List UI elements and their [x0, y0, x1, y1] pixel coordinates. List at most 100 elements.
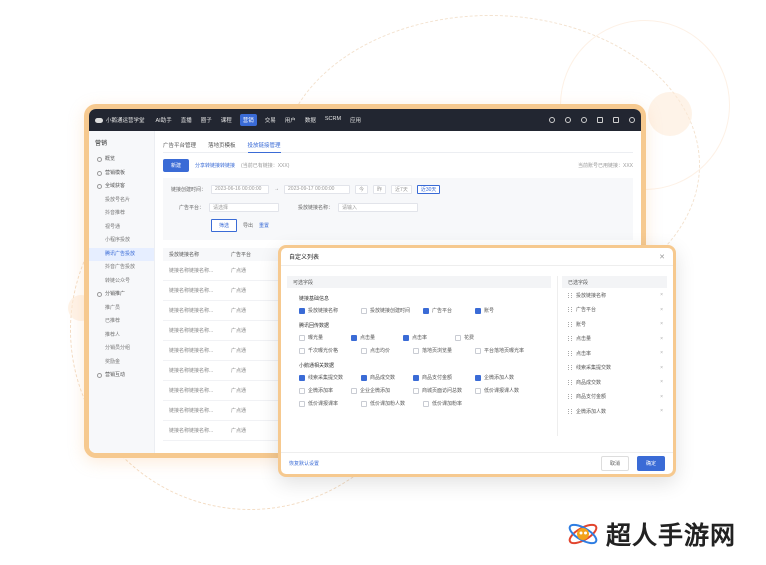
remove-icon[interactable]: × — [660, 321, 663, 327]
sidebar-item[interactable]: 腾讯广告投放 — [89, 247, 154, 261]
quick-30days[interactable]: 近30天 — [416, 184, 441, 194]
field-checkbox[interactable]: 点击均价 — [361, 346, 413, 355]
checkbox-icon[interactable] — [361, 400, 367, 407]
tab[interactable]: 投放链接管理 — [247, 141, 281, 153]
checkbox-checked-icon[interactable] — [475, 307, 481, 314]
field-checkbox[interactable]: 平台落地页曝光率 — [475, 346, 537, 355]
calendar-icon[interactable] — [597, 117, 603, 123]
selected-field-item[interactable]: 商品支付金额 × — [562, 390, 667, 405]
field-checkbox[interactable]: 低价课加粉人数 — [361, 399, 423, 408]
selected-field-item[interactable]: 线索采集提交数 × — [562, 361, 667, 376]
sidebar-item[interactable]: 分销推广 — [89, 288, 154, 302]
checkbox-checked-icon[interactable] — [403, 334, 409, 341]
top-nav-item[interactable]: 交易 — [264, 114, 277, 126]
sidebar-item[interactable]: 营销模板 — [89, 167, 154, 181]
remove-icon[interactable]: × — [660, 379, 663, 385]
checkbox-checked-icon[interactable] — [361, 374, 367, 381]
confirm-button[interactable]: 确定 — [636, 456, 665, 471]
checkbox-icon[interactable] — [361, 307, 367, 314]
sidebar-item[interactable]: 奖励金 — [89, 356, 154, 370]
field-checkbox[interactable]: 花费 — [455, 333, 507, 342]
drag-handle-icon[interactable] — [568, 321, 572, 327]
export-button[interactable]: 导出 — [243, 222, 253, 229]
top-nav-item[interactable]: 圈子 — [200, 114, 213, 126]
sidebar-item[interactable]: 营销互动 — [89, 369, 154, 383]
drag-handle-icon[interactable] — [568, 408, 572, 414]
field-checkbox[interactable]: 企微添加率 — [299, 386, 351, 395]
field-checkbox[interactable]: 账号 — [475, 306, 527, 315]
top-nav-item[interactable]: AI助手 — [155, 114, 173, 126]
sidebar-item[interactable]: 转链公众号 — [89, 275, 154, 289]
field-checkbox[interactable]: 低价课报课人数 — [475, 386, 537, 395]
top-nav-item[interactable]: 数据 — [304, 114, 317, 126]
top-nav-item[interactable]: SCRM — [324, 114, 342, 126]
field-checkbox[interactable]: 商品支付金额 — [413, 373, 475, 382]
sidebar-item[interactable]: 小程序投放 — [89, 234, 154, 248]
app-logo[interactable]: 小鹅通运营学堂 — [95, 116, 145, 124]
link-name-input[interactable]: 请输入 — [338, 202, 419, 212]
field-checkbox[interactable]: 商城页面访问总数 — [413, 386, 475, 395]
checkbox-icon[interactable] — [351, 387, 357, 394]
field-checkbox[interactable]: 商品成交数 — [361, 373, 413, 382]
date-to-input[interactable]: 2023-09-17 00:00:00 — [284, 184, 351, 194]
checkbox-icon[interactable] — [299, 400, 305, 407]
remove-icon[interactable]: × — [660, 307, 663, 313]
checkbox-checked-icon[interactable] — [351, 334, 357, 341]
checkbox-checked-icon[interactable] — [423, 307, 429, 314]
drag-handle-icon[interactable] — [568, 307, 572, 313]
field-checkbox[interactable]: 投放链接创建时间 — [361, 306, 423, 315]
sidebar-item[interactable]: 已推荐 — [89, 315, 154, 329]
tab[interactable]: 广告平台管理 — [163, 141, 196, 149]
selected-field-item[interactable]: 投放链接名称 × — [562, 288, 667, 303]
checkbox-icon[interactable] — [413, 387, 419, 394]
selected-field-item[interactable]: 广告平台 × — [562, 303, 667, 318]
field-checkbox[interactable]: 低价课报课率 — [299, 399, 361, 408]
field-checkbox[interactable]: 投放链接名称 — [299, 306, 361, 315]
checkbox-checked-icon[interactable] — [413, 374, 419, 381]
selected-field-item[interactable]: 账号 × — [562, 317, 667, 332]
selected-field-item[interactable]: 企微添加人数 × — [562, 404, 667, 419]
quick-today[interactable]: 今 — [355, 184, 369, 194]
checkbox-icon[interactable] — [475, 347, 481, 354]
drag-handle-icon[interactable] — [568, 379, 572, 385]
checkbox-checked-icon[interactable] — [299, 307, 305, 314]
filter-button[interactable]: 筛选 — [211, 219, 238, 232]
top-nav-item[interactable]: 用户 — [284, 114, 297, 126]
reset-button[interactable]: 重置 — [259, 222, 269, 229]
share-icon[interactable] — [613, 117, 619, 123]
selected-field-item[interactable]: 点击率 × — [562, 346, 667, 361]
drag-handle-icon[interactable] — [568, 394, 572, 400]
checkbox-icon[interactable] — [413, 347, 419, 354]
checkbox-icon[interactable] — [361, 347, 367, 354]
field-checkbox[interactable]: 点击量 — [351, 333, 403, 342]
sidebar-item[interactable]: 推荐人 — [89, 329, 154, 343]
sidebar-item[interactable]: 推广员 — [89, 302, 154, 316]
field-checkbox[interactable]: 点击率 — [403, 333, 455, 342]
selected-field-item[interactable]: 商品成交数 × — [562, 375, 667, 390]
field-checkbox[interactable]: 线索采集提交数 — [299, 373, 361, 382]
checkbox-icon[interactable] — [455, 334, 461, 341]
remove-icon[interactable]: × — [660, 292, 663, 298]
drag-handle-icon[interactable] — [568, 292, 572, 298]
checkbox-checked-icon[interactable] — [475, 374, 481, 381]
avatar[interactable] — [629, 117, 635, 123]
checkbox-icon[interactable] — [299, 347, 305, 354]
ad-link[interactable]: 分享转链接转链接 — [195, 162, 235, 169]
field-checkbox[interactable]: 企微添加人数 — [475, 373, 537, 382]
remove-icon[interactable]: × — [660, 365, 663, 371]
sidebar-item[interactable]: 抖音广告投放 — [89, 261, 154, 275]
quick-7days[interactable]: 近7天 — [391, 184, 412, 194]
remove-icon[interactable]: × — [660, 350, 663, 356]
cancel-button[interactable]: 取消 — [600, 456, 629, 471]
checkbox-icon[interactable] — [299, 387, 305, 394]
tab[interactable]: 落地页模板 — [208, 141, 236, 149]
remove-icon[interactable]: × — [660, 336, 663, 342]
platform-select[interactable]: 请选择 — [209, 202, 280, 212]
top-nav-item[interactable]: 应用 — [349, 114, 362, 126]
quick-yesterday[interactable]: 昨 — [373, 184, 387, 194]
sidebar-item[interactable]: 分销员分组 — [89, 342, 154, 356]
restore-default-link[interactable]: 恢复默认设置 — [289, 460, 319, 467]
checkbox-icon[interactable] — [423, 400, 429, 407]
field-checkbox[interactable]: 落地页浏览量 — [413, 346, 475, 355]
drag-handle-icon[interactable] — [568, 350, 572, 356]
